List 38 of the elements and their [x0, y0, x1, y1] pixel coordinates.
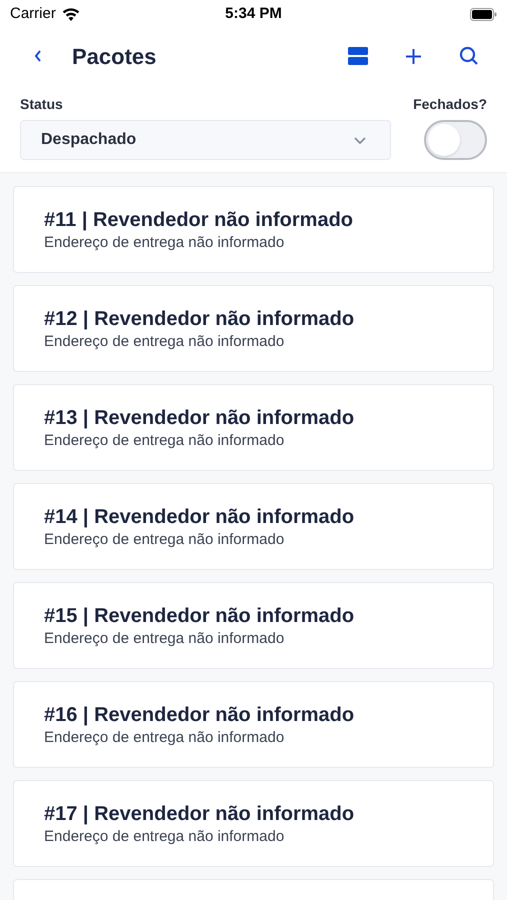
delivery-address: Endereço de entrega não informado: [44, 728, 286, 747]
closed-toggle[interactable]: [424, 120, 487, 160]
package-card[interactable]: #15 | Revendedor não informado Endereço de entrega não informado: [13, 582, 494, 669]
page-title: Pacotes: [72, 42, 156, 70]
package-card[interactable]: #12 | Revendedor não informado Endereço de entrega não informado: [13, 285, 494, 372]
package-card[interactable]: #13 | Revendedor não informado Endereço de entrega não informado: [13, 384, 494, 471]
search-icon: [459, 46, 479, 66]
status-label: Status: [20, 95, 64, 114]
package-card[interactable]: #16 | Revendedor não informado Endereço de entrega não informado: [13, 681, 494, 768]
search-button[interactable]: [459, 46, 479, 66]
back-icon: [34, 50, 42, 62]
clock-text: 5:34 PM: [225, 4, 282, 24]
package-title: #17 | Revendedor não informado: [44, 802, 356, 827]
chevron-down-icon: [354, 136, 366, 144]
delivery-address: Endereço de entrega não informado: [44, 431, 286, 450]
package-title: #12 | Revendedor não informado: [44, 307, 356, 332]
package-title: #16 | Revendedor não informado: [44, 703, 356, 728]
delivery-address: Endereço de entrega não informado: [44, 827, 286, 846]
package-title: #14 | Revendedor não informado: [44, 505, 356, 530]
package-card[interactable]: #17 | Revendedor não informado Endereço de entrega não informado: [13, 780, 494, 867]
package-title: #11 | Revendedor não informado: [44, 208, 354, 233]
delivery-address: Endereço de entrega não informado: [44, 332, 286, 351]
package-card[interactable]: #11 | Revendedor não informado Endereço de entrega não informado: [13, 186, 494, 273]
plus-icon: [405, 48, 422, 64]
layout-toggle-button[interactable]: [348, 47, 368, 65]
package-title: #13 | Revendedor não informado: [44, 406, 356, 431]
closed-label: Fechados?: [413, 95, 487, 114]
package-card[interactable]: #14 | Revendedor não informado Endereço de entrega não informado: [13, 483, 494, 570]
delivery-address: Endereço de entrega não informado: [44, 233, 286, 252]
battery-icon: [470, 8, 497, 20]
delivery-address: Endereço de entrega não informado: [44, 629, 286, 648]
delivery-address: Endereço de entrega não informado: [44, 530, 286, 549]
package-title: #15 | Revendedor não informado: [44, 604, 356, 629]
carrier-text: Carrier: [10, 4, 56, 24]
wifi-icon: [62, 8, 80, 20]
stacked-rows-icon: [348, 47, 368, 65]
status-dropdown[interactable]: Despachado: [20, 120, 392, 160]
add-button[interactable]: [405, 48, 422, 64]
